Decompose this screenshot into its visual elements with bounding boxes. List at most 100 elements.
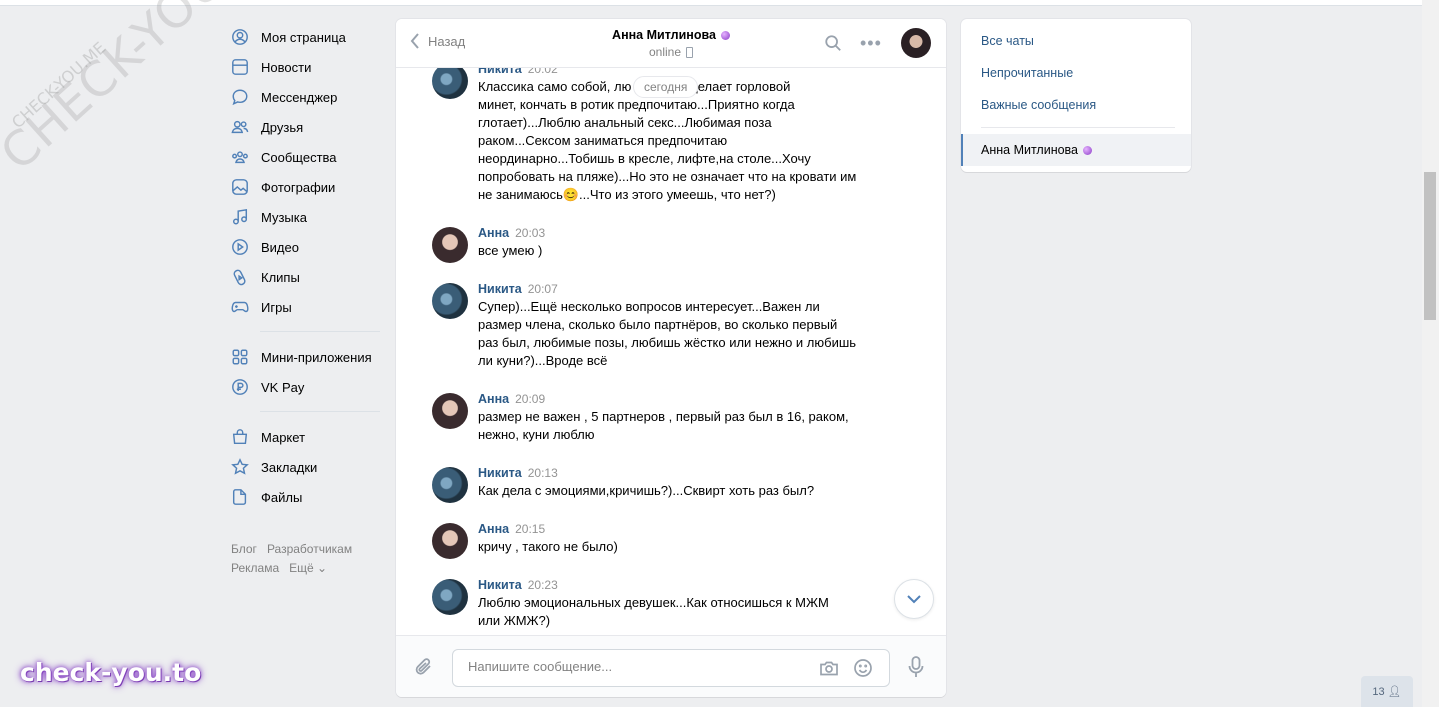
active-chat-name: Анна Митлинова [981, 143, 1078, 157]
paperclip-icon [415, 658, 431, 675]
search-button[interactable] [824, 34, 842, 55]
message-time: 20:15 [515, 522, 546, 536]
files-icon [230, 487, 250, 507]
user-icon: 👤︎ [1387, 686, 1402, 698]
nav-label: Мини-приложения [261, 349, 372, 365]
nav-games[interactable]: Игры [230, 292, 380, 322]
peer-name: Анна Митлинова [612, 28, 716, 42]
nav-clips[interactable]: Клипы [230, 262, 380, 292]
nav-my-page[interactable]: Моя страница [230, 22, 380, 52]
nav-label: Видео [261, 239, 299, 255]
sender-avatar[interactable] [432, 283, 468, 319]
scroll-to-bottom-button[interactable] [894, 579, 934, 619]
groups-icon [230, 147, 250, 167]
search-icon [825, 35, 841, 51]
message-text: Супер)...Ещё несколько вопросов интересу… [478, 299, 857, 368]
active-chat-item[interactable]: Анна Митлинова [961, 134, 1191, 166]
message-composer [396, 635, 946, 697]
user-circle-icon [230, 27, 250, 47]
nav-label: Закладки [261, 459, 318, 475]
message-time: 20:23 [527, 578, 558, 592]
message-author[interactable]: Анна [478, 226, 509, 240]
chevron-down-icon [907, 595, 921, 604]
clips-icon [230, 267, 250, 287]
sender-avatar[interactable] [432, 579, 468, 615]
nav-label: Музыка [261, 209, 307, 225]
nav-mini-apps[interactable]: Мини-приложения [230, 342, 380, 372]
photo-icon [230, 177, 250, 197]
message-author[interactable]: Никита [478, 282, 522, 296]
nav-label: Файлы [261, 489, 303, 505]
message-author[interactable]: Никита [478, 578, 522, 592]
nav-label: Сообщества [261, 149, 337, 165]
message-input[interactable] [466, 658, 800, 675]
music-icon [230, 207, 250, 227]
online-counter[interactable]: 13 👤︎ [1361, 676, 1413, 707]
important-messages-link[interactable]: Важные сообщения [981, 98, 1096, 112]
voice-message-button[interactable] [908, 656, 924, 681]
chat-header: Назад Анна Митлинова online ••• [396, 19, 946, 68]
nav-label: VK Pay [261, 379, 305, 395]
page-scrollbar[interactable] [1422, 0, 1439, 707]
message-author[interactable]: Анна [478, 522, 509, 536]
chat-panel: Назад Анна Митлинова online ••• сегодня … [396, 19, 946, 697]
news-icon [230, 57, 250, 77]
nav-label: Фотографии [261, 179, 336, 195]
camera-button[interactable] [819, 658, 839, 681]
sender-avatar[interactable] [432, 393, 468, 429]
emoji-button[interactable] [853, 658, 873, 681]
footer-more-link[interactable]: Ещё ⌄ [289, 561, 327, 575]
footer-dev-link[interactable]: Разработчикам [267, 542, 352, 556]
nav-label: Клипы [261, 269, 300, 285]
mobile-phone-icon [686, 47, 694, 59]
vkpay-icon [230, 377, 250, 397]
nav-divider [260, 331, 380, 332]
nav-files[interactable]: Файлы [230, 482, 380, 512]
nav-label: Друзья [261, 119, 304, 135]
smile-icon [854, 659, 872, 677]
sender-avatar[interactable] [432, 523, 468, 559]
nav-label: Маркет [261, 429, 306, 445]
nav-label: Игры [261, 299, 292, 315]
message-author[interactable]: Никита [478, 466, 522, 480]
nav-friends[interactable]: Друзья [230, 112, 380, 142]
more-options-icon[interactable]: ••• [860, 33, 882, 54]
camera-icon [820, 661, 838, 676]
unread-link[interactable]: Непрочитанные [981, 66, 1073, 80]
attach-button[interactable] [414, 656, 434, 681]
games-icon [230, 297, 250, 317]
message-time: 20:13 [527, 466, 558, 480]
nav-messenger[interactable]: Мессенджер [230, 82, 380, 112]
video-icon [230, 237, 250, 257]
message-text: кричу , такого не было) [478, 539, 618, 554]
message-list[interactable]: сегодня Никита 20:02 Классика само собой,… [396, 59, 946, 635]
sender-avatar[interactable] [432, 227, 468, 263]
nav-news[interactable]: Новости [230, 52, 380, 82]
nav-vk-pay[interactable]: VK Pay [230, 372, 380, 402]
message-text: все умею ) [478, 243, 543, 258]
right-menu-divider [981, 127, 1175, 128]
all-chats-link[interactable]: Все чаты [981, 34, 1034, 48]
message-time: 20:03 [515, 226, 546, 240]
peer-avatar[interactable] [901, 28, 931, 58]
nav-photos[interactable]: Фотографии [230, 172, 380, 202]
right-menu: Все чаты Непрочитанные Важные сообщения … [961, 19, 1191, 172]
watermark-brand: check-you.to [20, 658, 202, 687]
message-input-box[interactable] [452, 649, 890, 687]
message-author[interactable]: Анна [478, 392, 509, 406]
nav-label: Моя страница [261, 29, 346, 45]
nav-video[interactable]: Видео [230, 232, 380, 262]
footer-blog-link[interactable]: Блог [231, 542, 257, 556]
sender-avatar[interactable] [432, 467, 468, 503]
left-nav: Моя страница Новости Мессенджер Друзья С… [230, 22, 380, 512]
nav-groups[interactable]: Сообщества [230, 142, 380, 172]
nav-market[interactable]: Маркет [230, 422, 380, 452]
sender-avatar[interactable] [432, 63, 468, 99]
page-scrollbar-thumb[interactable] [1424, 172, 1436, 320]
apps-icon [230, 347, 250, 367]
footer-ads-link[interactable]: Реклама [231, 561, 279, 575]
nav-music[interactable]: Музыка [230, 202, 380, 232]
nav-bookmarks[interactable]: Закладки [230, 452, 380, 482]
bookmark-icon [230, 457, 250, 477]
friends-icon [230, 117, 250, 137]
